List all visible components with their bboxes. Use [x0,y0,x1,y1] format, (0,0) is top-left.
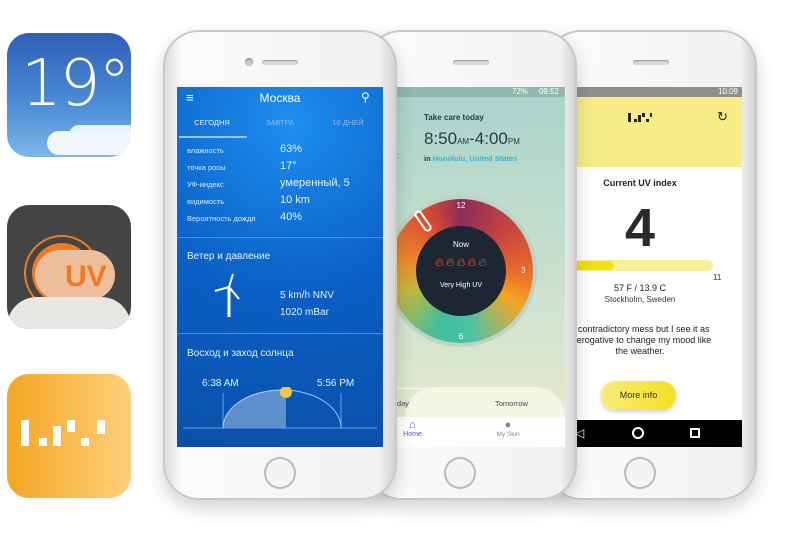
nav-label: Home [403,431,422,438]
person-icon: ● [504,419,512,431]
wind-value: 5 km/h NNV [280,290,334,301]
detail-value: 63% [280,143,303,155]
dial-label-12: 12 [456,201,466,210]
quote: a contradictory mess but I see it as pre… [565,324,742,357]
detail-row: точка росы 17° [177,159,383,175]
detail-value: 17° [280,160,297,172]
screen-weather: ≡ Москва ⚲ СЕГОДНЯ ЗАВТРА 10 ДНЕЙ влажно… [177,87,383,447]
screen-uv-clock: 72% 09:52 °F Take care today 8:50AM-4:00… [375,87,565,447]
detail-label: УФ-индекс [187,180,224,189]
nav-home[interactable]: ⌂ Home [395,419,430,438]
header: ↻ [565,97,742,167]
braille-app-icon[interactable] [7,374,131,498]
quote-line: a contradictory mess but I see it as [570,324,710,334]
uv-dial[interactable]: 12 3 6 Now 🔥︎ 🔥︎ 🔥︎ 🔥︎ 🔥︎ Very High UV [385,195,537,347]
uv-logo-text: UV [65,260,107,293]
recents-icon[interactable] [690,428,700,438]
nav-label: My Skin [496,431,520,438]
search-icon[interactable]: ⚲ [361,90,370,104]
app-logo-icon [628,113,652,122]
sun-arc [183,387,377,429]
detail-row: Вероятность дождя 40% [177,210,383,226]
end-time: 4:00 [474,129,508,148]
pressure-value: 1020 mBar [280,307,329,318]
now-label: Now [452,240,469,249]
uv-max: 11 [713,273,722,282]
detail-value: 10 km [280,194,310,206]
android-nav-bar: ◁ [565,420,742,447]
detail-row: УФ-индекс умеренный, 5 [177,176,383,192]
uv-title: Current UV index [603,178,677,188]
quote-line: prerogative to change my mood like [568,335,712,345]
detail-value: умеренный, 5 [280,177,350,189]
uv-progress [565,260,713,271]
status-time: 09:52 [538,87,559,96]
uv-flames: 🔥︎ 🔥︎ 🔥︎ 🔥︎ 🔥︎ [385,255,537,270]
more-info-button[interactable]: More info [601,381,676,410]
take-care-label: Take care today [424,113,484,122]
detail-row: видимость 10 km [177,193,383,209]
city-title: Москва [259,91,301,105]
tab-10-days[interactable]: 10 ДНЕЙ [313,118,383,127]
detail-label: Вероятность дождя [187,214,256,223]
wind-turbine-icon [214,273,240,317]
flame-icon: 🔥︎ [467,255,477,269]
detail-row: влажность 63% [177,142,383,158]
status-bar: 10:09 [565,87,742,97]
detail-label: видимость [187,197,225,206]
flame-icon: 🔥︎ [456,255,466,269]
in-label: in [424,154,431,163]
tab-today[interactable]: СЕГОДНЯ [177,118,247,127]
detail-value: 40% [280,211,303,223]
tab-tomorrow[interactable]: ЗАВТРА [247,118,313,127]
cloud-base [7,297,131,329]
end-ampm: PM [507,137,520,146]
clouds [405,387,565,417]
sun-title: Восход и заход солнца [187,348,294,359]
flame-icon: 🔥︎ [445,255,455,269]
bottom-nav: ⌂ Home ● My Skin [375,417,565,447]
detail-label: точка росы [187,163,226,172]
refresh-icon[interactable]: ↻ [717,109,728,125]
status-bar: 72% 09:52 [375,87,565,97]
uv-level-text: Very High UV [439,282,483,289]
home-button[interactable] [624,457,656,489]
wind-title: Ветер и давление [187,251,271,262]
flame-icon: 🔥︎ [434,255,444,269]
flame-icon: 🔥︎ [478,255,488,269]
braille-logo-icon [21,420,105,446]
location-link[interactable]: Honolulu, United States [433,154,518,163]
divider [177,237,383,238]
start-ampm: AM [457,137,470,146]
temperature: 57 F / 13.9 C [613,283,667,293]
tab-indicator [179,136,247,138]
tomorrow-tab[interactable]: Tomorrow [495,399,528,408]
uv-app-icon[interactable]: UV [7,205,131,329]
weather-app-icon[interactable]: 19° [7,33,131,157]
home-button[interactable] [264,457,296,489]
home-nav-icon[interactable] [632,427,644,439]
home-button[interactable] [444,457,476,489]
screen-uv-braille: 10:09 ↻ Current UV index 4 11 57 F / 13.… [565,87,742,447]
nav-my-skin[interactable]: ● My Skin [488,419,528,438]
home-icon: ⌂ [409,419,416,431]
start-time: 8:50 [424,129,458,148]
cloud-icon [47,131,131,155]
time-range: 8:50AM-4:00PM [424,129,520,149]
status-battery: 72% [512,87,529,96]
divider [177,333,383,334]
quote-line: the weather. [615,346,665,356]
icon-temperature: 19° [21,47,130,121]
uv-value: 4 [624,198,656,258]
detail-label: влажность [187,146,224,155]
dial-label-6: 6 [458,332,464,341]
status-time: 10:09 [717,87,738,96]
location: Stockholm, Sweden [604,295,676,304]
